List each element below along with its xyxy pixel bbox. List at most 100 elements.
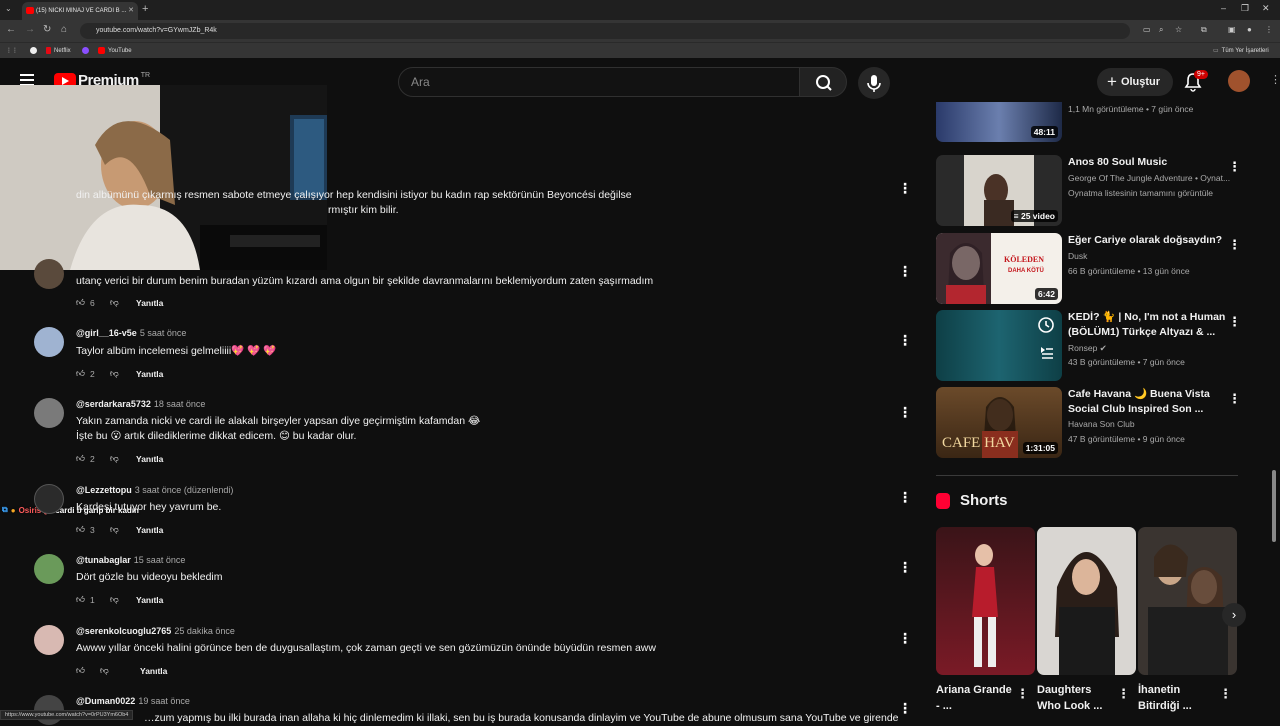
avatar[interactable] bbox=[34, 484, 64, 514]
comment-time[interactable]: 15 saat önce bbox=[134, 555, 186, 565]
avatar[interactable] bbox=[34, 625, 64, 655]
comment-menu-icon[interactable]: ⋮ bbox=[898, 630, 912, 647]
reply-button[interactable]: Yanıtla bbox=[136, 525, 163, 535]
dislike-icon[interactable]: 👎︎ bbox=[100, 665, 140, 676]
like-icon[interactable]: 👍︎ bbox=[76, 368, 90, 379]
bookmark-icon-purple[interactable] bbox=[82, 47, 89, 54]
forward-icon[interactable]: → bbox=[25, 24, 35, 35]
short-title[interactable]: Ariana Grande - ... bbox=[936, 682, 1016, 714]
short-title[interactable]: İhanetin Bitirdiği ... bbox=[1138, 682, 1218, 714]
add-to-queue-icon[interactable] bbox=[1036, 342, 1056, 362]
comment-author[interactable]: @tunabaglar bbox=[76, 555, 131, 565]
comment-author[interactable]: @girl__16-v5e bbox=[76, 328, 137, 338]
browser-menu-icon[interactable]: ⋮ bbox=[1265, 25, 1273, 34]
reply-button[interactable]: Yanıtla bbox=[136, 298, 163, 308]
short-thumbnail[interactable] bbox=[1037, 527, 1136, 675]
url-input[interactable]: youtube.com/watch?v=GYwmJZb_R4k bbox=[80, 23, 1130, 39]
video-channel[interactable]: George Of The Jungle Adventure • Oynat..… bbox=[1068, 171, 1230, 186]
page-scrollbar-thumb[interactable] bbox=[1272, 470, 1276, 542]
apps-icon[interactable]: ⋮⋮ bbox=[6, 47, 18, 54]
video-menu-icon[interactable]: ⋮ bbox=[1228, 159, 1241, 175]
comment-menu-icon[interactable]: ⋮ bbox=[898, 559, 912, 576]
video-menu-icon[interactable]: ⋮ bbox=[1228, 391, 1241, 407]
reload-icon[interactable]: ↻ bbox=[43, 24, 51, 35]
reply-button[interactable]: Yanıtla bbox=[140, 666, 167, 676]
maximize-icon[interactable]: ❐ bbox=[1241, 3, 1249, 14]
short-menu-icon[interactable]: ⋮ bbox=[1219, 686, 1232, 702]
dislike-icon[interactable]: 👎︎ bbox=[110, 524, 136, 535]
like-icon[interactable]: 👍︎ bbox=[76, 594, 90, 605]
video-title[interactable]: KEDİ? 🐈 | No, I'm not a Human (BÖLÜM1) T… bbox=[1068, 310, 1228, 340]
home-icon[interactable]: ⌂ bbox=[61, 24, 67, 35]
comment-author[interactable]: @serdarkara5732 bbox=[76, 399, 151, 409]
like-icon[interactable]: 👍︎ bbox=[76, 453, 90, 464]
video-menu-icon[interactable]: ⋮ bbox=[1228, 314, 1241, 330]
comment-time[interactable]: 19 saat önce bbox=[138, 696, 190, 706]
bookmark-youtube[interactable]: YouTube bbox=[98, 47, 132, 54]
chrome-icon[interactable] bbox=[30, 47, 37, 54]
like-icon[interactable]: 👍︎ bbox=[76, 524, 90, 535]
like-icon[interactable]: 👍︎ bbox=[76, 297, 90, 308]
reply-button[interactable]: Yanıtla bbox=[136, 595, 163, 605]
short-thumbnail[interactable] bbox=[936, 527, 1035, 675]
comment-author[interactable]: @Lezzettopu bbox=[76, 485, 132, 495]
zoom-icon[interactable]: ⌕ bbox=[1159, 25, 1163, 35]
video-thumbnail[interactable]: 48:11 bbox=[936, 102, 1062, 142]
short-title[interactable]: Daughters Who Look ... bbox=[1037, 682, 1117, 714]
comment-menu-icon[interactable]: ⋮ bbox=[898, 180, 912, 197]
video-thumbnail[interactable] bbox=[936, 310, 1062, 381]
voice-search-button[interactable] bbox=[858, 67, 890, 99]
more-options-icon[interactable]: ⋮ bbox=[1270, 73, 1280, 86]
comment-time[interactable]: 25 dakika önce bbox=[174, 626, 235, 636]
comment-menu-icon[interactable]: ⋮ bbox=[898, 489, 912, 506]
playlist-view-full[interactable]: Oynatma listesinin tamamını görüntüle bbox=[1068, 186, 1213, 201]
video-thumbnail[interactable]: CAFE HAV 1:31:05 bbox=[936, 387, 1062, 458]
avatar[interactable] bbox=[34, 398, 64, 428]
all-bookmarks[interactable]: ▭ Tüm Yer İşaretleri bbox=[1213, 47, 1269, 55]
video-title[interactable]: Eğer Cariye olarak doğsaydın? bbox=[1068, 233, 1228, 248]
close-tab-icon[interactable]: ✕ bbox=[128, 6, 134, 14]
video-thumbnail[interactable]: KÖLEDEN DAHA KÖTÜ 6:42 bbox=[936, 233, 1062, 304]
comment-menu-icon[interactable]: ⋮ bbox=[898, 263, 912, 280]
search-button[interactable] bbox=[799, 67, 847, 97]
search-input[interactable]: Ara bbox=[398, 67, 800, 97]
video-channel[interactable]: Dusk bbox=[1068, 249, 1087, 264]
video-channel[interactable]: Ronsep ✔ bbox=[1068, 341, 1107, 356]
reply-button[interactable]: Yanıtla bbox=[136, 369, 163, 379]
profile-icon[interactable]: ● bbox=[1247, 25, 1252, 34]
dislike-icon[interactable]: 👎︎ bbox=[110, 453, 136, 464]
short-menu-icon[interactable]: ⋮ bbox=[1117, 686, 1130, 702]
short-menu-icon[interactable]: ⋮ bbox=[1016, 686, 1029, 702]
close-window-icon[interactable]: ✕ bbox=[1262, 3, 1270, 14]
extension-icon[interactable]: ▣ bbox=[1228, 25, 1236, 34]
video-title[interactable]: Cafe Havana 🌙 Buena Vista Social Club In… bbox=[1068, 387, 1228, 417]
video-menu-icon[interactable]: ⋮ bbox=[1228, 237, 1241, 253]
avatar[interactable] bbox=[34, 554, 64, 584]
extensions-icon[interactable]: ⧉ bbox=[1201, 25, 1207, 35]
bookmark-netflix[interactable]: Netflix bbox=[46, 47, 71, 54]
video-channel[interactable]: Havana Son Club bbox=[1068, 417, 1135, 432]
shorts-next-button[interactable]: › bbox=[1222, 603, 1246, 627]
dislike-icon[interactable]: 👎︎ bbox=[110, 297, 136, 308]
comment-time[interactable]: 3 saat önce (düzenlendi) bbox=[135, 485, 234, 495]
comment-menu-icon[interactable]: ⋮ bbox=[898, 332, 912, 349]
playlist-thumbnail[interactable]: ≡ 25 video bbox=[936, 155, 1062, 226]
like-icon[interactable]: 👍︎ bbox=[76, 665, 100, 676]
back-icon[interactable]: ← bbox=[6, 24, 16, 35]
video-title[interactable]: Anos 80 Soul Music bbox=[1068, 155, 1228, 170]
account-avatar[interactable] bbox=[1228, 70, 1250, 92]
short-thumbnail[interactable] bbox=[1138, 527, 1237, 675]
reply-button[interactable]: Yanıtla bbox=[136, 454, 163, 464]
avatar[interactable] bbox=[34, 259, 64, 289]
create-button[interactable]: + Oluştur bbox=[1097, 68, 1173, 96]
comment-time[interactable]: 18 saat önce bbox=[154, 399, 206, 409]
cast-icon[interactable]: ▭ bbox=[1143, 25, 1151, 34]
minimize-icon[interactable]: – bbox=[1221, 3, 1226, 13]
avatar[interactable] bbox=[34, 327, 64, 357]
dislike-icon[interactable]: 👎︎ bbox=[110, 368, 136, 379]
comment-menu-icon[interactable]: ⋮ bbox=[898, 700, 912, 717]
bookmark-star-icon[interactable]: ☆ bbox=[1175, 25, 1182, 34]
browser-tab-active[interactable]: (15) NICKI MINAJ VE CARDI B ... ✕ bbox=[22, 2, 138, 20]
new-tab-icon[interactable]: + bbox=[142, 3, 148, 15]
comment-time[interactable]: 5 saat önce bbox=[140, 328, 187, 338]
